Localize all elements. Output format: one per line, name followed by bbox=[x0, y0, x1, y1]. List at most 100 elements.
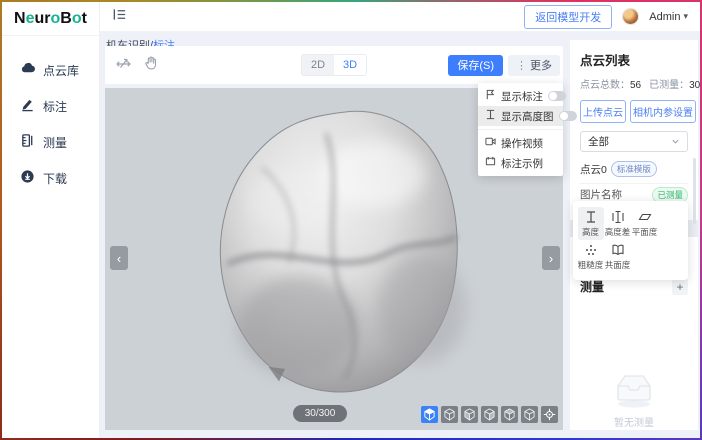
tool-label: 共面度 bbox=[605, 259, 631, 271]
frame-icon bbox=[485, 156, 496, 170]
measured-value: 30 bbox=[689, 80, 700, 91]
view-cube-front-button[interactable] bbox=[461, 406, 478, 423]
pointcloud-panel: 点云列表 点云总数：56 已测量：30 上传点云 相机内参设置 全部 点云0 标… bbox=[570, 40, 698, 430]
sidebar-item-label: 下载 bbox=[43, 170, 67, 187]
panel-stats: 点云总数：56 已测量：30 bbox=[580, 76, 688, 91]
menu-item-label: 操作视频 bbox=[501, 136, 543, 151]
pointcloud-group-row[interactable]: 点云0 标准模版 bbox=[580, 161, 688, 184]
tool-label: 粗糙度 bbox=[578, 259, 604, 271]
tool-roughness[interactable]: 粗糙度 bbox=[578, 240, 604, 273]
view-cube-bottom-button[interactable] bbox=[521, 406, 538, 423]
back-to-model-dev-button[interactable]: 返回模型开发 bbox=[524, 5, 612, 29]
logo-text: o bbox=[72, 10, 82, 28]
measure-section-header: 测量 + bbox=[580, 278, 688, 295]
logo: NeuroBot bbox=[2, 2, 99, 36]
next-image-button[interactable]: › bbox=[542, 246, 560, 270]
view-cube-top-button[interactable] bbox=[441, 406, 458, 423]
canvas-toolbar: 2D 3D 保存(S) ⋮更多 bbox=[105, 46, 563, 84]
video-icon bbox=[485, 136, 496, 150]
pen-icon bbox=[20, 97, 35, 115]
roughness-tool-icon bbox=[584, 243, 598, 257]
view-cube-default-button[interactable] bbox=[421, 406, 438, 423]
image-name: 图片名称 bbox=[580, 187, 652, 202]
filter-select[interactable]: 全部 bbox=[580, 131, 688, 152]
collapse-sidebar-icon[interactable] bbox=[112, 7, 127, 27]
pan-move-icon[interactable] bbox=[115, 55, 133, 76]
measure-title: 测量 bbox=[580, 278, 604, 295]
measure-tools-popup: 高度 高度差 平面度 粗糙度 共面度 bbox=[573, 201, 688, 280]
more-dropdown-menu: 显示标注 显示高度图 操作视频 标注示例 bbox=[478, 83, 563, 176]
height-tool-icon bbox=[584, 210, 598, 224]
hand-grab-icon[interactable] bbox=[143, 55, 159, 76]
chevron-right-icon: › bbox=[549, 251, 553, 266]
view-cube-back-button[interactable] bbox=[501, 406, 518, 423]
tool-label: 高度 bbox=[582, 226, 599, 238]
height-map-icon bbox=[485, 109, 496, 123]
sidebar-item-download[interactable]: 下载 bbox=[2, 160, 99, 196]
user-menu[interactable]: Admin▾ bbox=[649, 11, 688, 23]
sidebar-nav: 点云库 标注 测量 下载 bbox=[2, 36, 99, 196]
tool-coplanarity[interactable]: 共面度 bbox=[605, 240, 631, 273]
sidebar-item-label: 标注 bbox=[43, 98, 67, 115]
menu-item-label: 显示高度图 bbox=[501, 109, 554, 124]
menu-divider bbox=[478, 129, 563, 130]
measured-stat: 已测量：30 bbox=[649, 76, 700, 91]
total-value: 56 bbox=[630, 80, 641, 91]
app-window: NeuroBot 点云库 标注 测量 下载 返回模型开发 bbox=[2, 2, 700, 438]
flatness-tool-icon bbox=[638, 210, 652, 224]
ruler-icon bbox=[20, 133, 35, 151]
add-measure-button[interactable]: + bbox=[672, 279, 688, 295]
measured-label: 已测量： bbox=[649, 80, 689, 91]
chevron-down-icon: ▾ bbox=[683, 11, 688, 22]
sidebar-item-pointcloud-library[interactable]: 点云库 bbox=[2, 52, 99, 88]
toolbar-right: 保存(S) ⋮更多 bbox=[448, 55, 560, 76]
app-frame: NeuroBot 点云库 标注 测量 下载 返回模型开发 bbox=[0, 0, 702, 440]
filter-select-value: 全部 bbox=[588, 134, 609, 149]
plus-icon: + bbox=[676, 280, 683, 294]
locate-center-button[interactable] bbox=[541, 406, 558, 423]
menu-item-show-heightmap[interactable]: 显示高度图 bbox=[478, 106, 563, 126]
menu-item-label: 显示标注 bbox=[501, 89, 543, 104]
panel-buttons: 上传点云 相机内参设置 bbox=[580, 100, 688, 123]
toolbar-left-icons bbox=[115, 55, 159, 76]
menu-item-annotation-example[interactable]: 标注示例 bbox=[478, 153, 563, 173]
menu-item-show-annotations[interactable]: 显示标注 bbox=[478, 86, 563, 106]
logo-text: ur bbox=[35, 10, 51, 28]
empty-state: 暂无测量 bbox=[570, 370, 698, 429]
sidebar-item-label: 测量 bbox=[43, 134, 67, 151]
tool-label: 平面度 bbox=[632, 226, 658, 238]
top-header: 返回模型开发 Admin▾ bbox=[100, 2, 700, 32]
chevron-left-icon: ‹ bbox=[117, 251, 121, 266]
tool-height-diff[interactable]: 高度差 bbox=[605, 207, 631, 240]
save-button[interactable]: 保存(S) bbox=[448, 55, 503, 76]
view-mode-toggle: 2D 3D bbox=[301, 54, 367, 76]
tooth-3d-mesh bbox=[200, 106, 480, 401]
prev-image-button[interactable]: ‹ bbox=[110, 246, 128, 270]
tool-flatness[interactable]: 平面度 bbox=[632, 207, 658, 240]
total-label: 点云总数： bbox=[580, 80, 630, 91]
avatar[interactable] bbox=[622, 8, 639, 25]
show-annotations-toggle[interactable] bbox=[548, 91, 566, 101]
more-button[interactable]: ⋮更多 bbox=[508, 55, 560, 76]
sidebar-item-label: 点云库 bbox=[43, 62, 79, 79]
view-cube-side-button[interactable] bbox=[481, 406, 498, 423]
show-heightmap-toggle[interactable] bbox=[559, 111, 577, 121]
tool-height[interactable]: 高度 bbox=[578, 207, 604, 240]
header-right: 返回模型开发 Admin▾ bbox=[524, 5, 688, 29]
camera-params-button[interactable]: 相机内参设置 bbox=[630, 100, 696, 123]
scrollbar[interactable] bbox=[693, 158, 696, 224]
group-name: 点云0 bbox=[580, 162, 607, 177]
coplanarity-tool-icon bbox=[611, 243, 625, 257]
sidebar-item-annotate[interactable]: 标注 bbox=[2, 88, 99, 124]
view-2d-button[interactable]: 2D bbox=[302, 55, 334, 75]
empty-box-icon bbox=[611, 370, 657, 410]
view-3d-button[interactable]: 3D bbox=[334, 55, 366, 75]
upload-pointcloud-button[interactable]: 上传点云 bbox=[580, 100, 626, 123]
menu-item-tutorial-video[interactable]: 操作视频 bbox=[478, 133, 563, 153]
logo-text: e bbox=[26, 10, 35, 28]
more-button-label: 更多 bbox=[530, 57, 552, 73]
menu-item-label: 标注示例 bbox=[501, 156, 543, 171]
height-diff-tool-icon bbox=[611, 210, 625, 224]
image-counter-badge: 30/300 bbox=[293, 405, 347, 422]
sidebar-item-measure[interactable]: 测量 bbox=[2, 124, 99, 160]
